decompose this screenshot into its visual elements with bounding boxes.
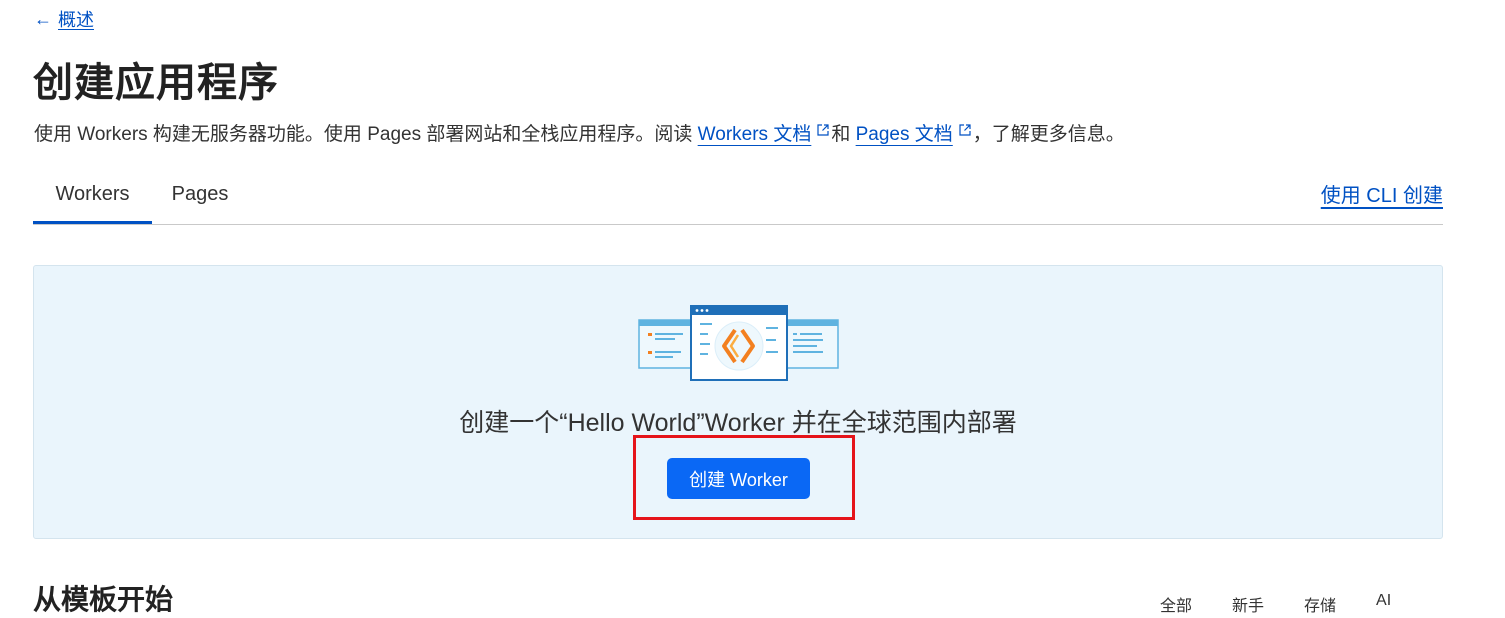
template-filters: 全部 新手 存储 AI (1160, 592, 1391, 616)
pages-docs-link[interactable]: Pages 文档 (856, 124, 953, 145)
filter-ai[interactable]: AI (1376, 592, 1391, 616)
desc-text-1: 使用 Workers 构建无服务器功能。使用 Pages 部署网站和全栈应用程序… (34, 124, 698, 145)
external-link-icon (959, 124, 971, 136)
workers-illustration-icon (638, 305, 839, 381)
workers-docs-link[interactable]: Workers 文档 (698, 124, 812, 145)
breadcrumb-back[interactable]: ← 概述 (34, 6, 94, 32)
templates-section-title: 从模板开始 (33, 584, 174, 615)
external-link-icon (817, 124, 829, 136)
filter-beginner[interactable]: 新手 (1232, 592, 1264, 616)
page-title: 创建应用程序 (33, 61, 279, 105)
hello-world-text: 创建一个“Hello World”Worker 并在全球范围内部署 (459, 409, 1017, 437)
page-description: 使用 Workers 构建无服务器功能。使用 Pages 部署网站和全栈应用程序… (34, 119, 1125, 146)
arrow-left-icon: ← (34, 8, 52, 29)
create-worker-button[interactable]: 创建 Worker (667, 458, 810, 499)
desc-text-2: ，了解更多信息。 (972, 124, 1125, 145)
create-with-cli-link[interactable]: 使用 CLI 创建 (1321, 179, 1443, 208)
tab-bar: Workers Pages 使用 CLI 创建 (33, 168, 1443, 225)
hello-world-panel: 创建一个“Hello World”Worker 并在全球范围内部署 创建 Wor… (33, 265, 1443, 539)
tab-workers[interactable]: Workers (33, 168, 152, 224)
desc-and: 和 (831, 124, 851, 145)
filter-storage[interactable]: 存储 (1304, 592, 1336, 616)
tab-pages[interactable]: Pages (152, 168, 248, 224)
filter-all[interactable]: 全部 (1160, 592, 1192, 616)
breadcrumb-link-overview[interactable]: 概述 (58, 6, 94, 32)
